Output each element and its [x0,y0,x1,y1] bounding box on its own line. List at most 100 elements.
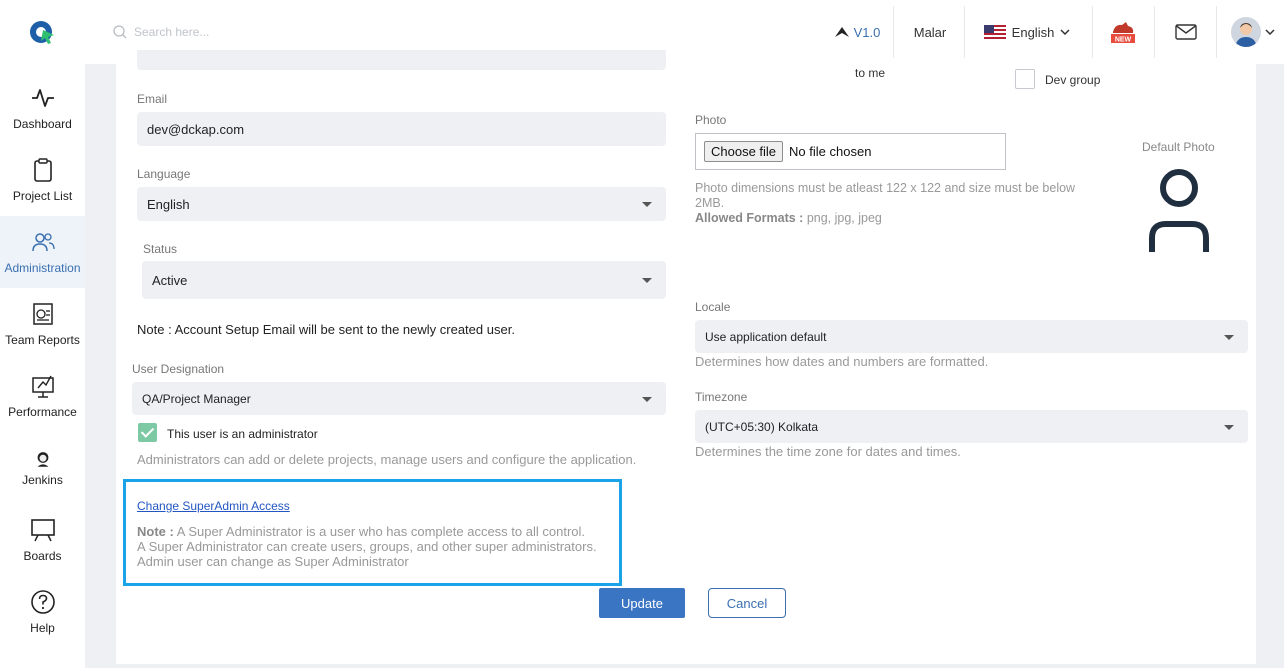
users-icon [31,233,55,252]
photo-help-line: 2MB. [695,196,725,210]
locale-select[interactable]: Use application default [695,320,1248,353]
file-status: No file chosen [789,144,872,159]
language-value: English [147,196,190,212]
chevron-down-icon [1265,29,1275,35]
email-field[interactable]: dev@dckap.com [137,112,666,146]
header-divider [893,6,894,58]
designation-select[interactable]: QA/Project Manager [132,382,666,415]
version-label: V1.0 [853,24,881,40]
header-divider [1092,6,1093,58]
sidebar-item-label: Help [30,621,55,635]
sidebar: Dashboard Project List Administration Te… [0,64,85,668]
email-value: dev@dckap.com [147,121,245,137]
sidebar-item-administration[interactable]: Administration [0,216,85,288]
dev-group-checkbox[interactable] [1015,69,1035,89]
superadmin-section: Change SuperAdmin Access Note : A Super … [123,479,622,586]
user-avatar-icon [1235,23,1257,47]
sidebar-item-performance[interactable]: Performance [0,360,85,432]
help-icon [30,590,55,614]
header-divider [1216,6,1217,58]
designation-label: User Designation [132,362,225,376]
sidebar-item-label: Boards [23,549,62,563]
sidebar-item-dashboard[interactable]: Dashboard [0,72,85,144]
cancel-button[interactable]: Cancel [708,588,786,618]
choose-file-button[interactable]: Choose file [704,141,784,162]
us-flag-icon [983,25,1006,39]
app-logo-icon[interactable] [28,18,56,46]
scrolled-field[interactable] [137,50,666,70]
email-label: Email [137,92,168,106]
photo-file-input: Choose file No file chosen [695,133,1006,170]
search-icon [113,25,127,39]
designation-value: QA/Project Manager [142,391,251,406]
superadmin-note: Note : A Super Administrator is a user w… [137,524,597,569]
dropdown-arrow-icon [642,397,652,402]
sidebar-item-team-reports[interactable]: Team Reports [0,288,85,360]
sidebar-item-label: Team Reports [5,333,80,347]
allowed-formats-label: Allowed Formats : [695,211,804,225]
avatar [1231,17,1261,47]
release-icon [834,27,849,37]
new-badge-icon: NEW [1111,22,1135,44]
status-value: Active [152,272,188,288]
sidebar-item-boards[interactable]: Boards [0,504,85,576]
note-label: Note : [137,524,174,539]
status-select[interactable]: Active [142,261,666,299]
note-line: A Super Administrator can create users, … [137,539,597,554]
timezone-help-text: Determines the time zone for dates and t… [695,444,961,459]
timezone-value: (UTC+05:30) Kolkata [705,419,819,434]
sidebar-item-help[interactable]: Help [0,576,85,648]
photo-help-text: Photo dimensions must be atleast 122 x 1… [695,181,1075,226]
board-icon [30,519,55,542]
administrator-help-text: Administrators can add or delete project… [137,452,637,467]
timezone-select[interactable]: (UTC+05:30) Kolkata [695,410,1248,443]
whats-new-button[interactable]: NEW [1098,0,1148,64]
header-divider [964,6,965,58]
dropdown-arrow-icon [642,202,652,207]
sidebar-item-label: Administration [4,261,81,275]
photo-label: Photo [695,113,727,127]
svg-text:NEW: NEW [1115,37,1132,44]
default-photo-label: Default Photo [1142,140,1215,154]
performance-icon [31,375,54,398]
profile-menu[interactable] [1222,0,1284,64]
chevron-down-icon [1060,29,1070,35]
administrator-checkbox[interactable] [138,423,157,442]
sidebar-item-project-list[interactable]: Project List [0,144,85,216]
administrator-checkbox-label: This user is an administrator [167,427,318,441]
sidebar-item-label: Jenkins [22,473,63,487]
search-bar [112,22,412,42]
sidebar-item-jenkins[interactable]: Jenkins [0,432,85,504]
activity-icon [31,89,54,107]
update-button[interactable]: Update [599,588,685,618]
timezone-label: Timezone [695,390,748,404]
photo-help-line: Photo dimensions must be atleast 122 x 1… [695,181,1076,195]
locale-value: Use application default [705,329,827,344]
dropdown-arrow-icon [1224,335,1234,340]
user-name[interactable]: Malar [897,0,963,64]
language-label: English [1011,24,1055,40]
language-selector[interactable]: English [972,0,1082,64]
clipboard-icon [33,158,52,182]
change-superadmin-link[interactable]: Change SuperAdmin Access [137,499,290,513]
default-user-icon [1149,169,1209,252]
search-input[interactable] [134,22,394,42]
dev-group-label: Dev group [1045,73,1101,87]
header-divider [1154,6,1155,58]
sidebar-item-label: Dashboard [13,117,72,131]
report-icon [32,303,53,325]
language-select[interactable]: English [137,187,666,221]
dropdown-arrow-icon [642,278,652,283]
locale-label: Locale [695,300,731,314]
sidebar-item-label: Project List [12,189,73,203]
status-label: Status [143,242,178,256]
version-indicator[interactable]: V1.0 [826,0,888,64]
messages-button[interactable] [1160,0,1212,64]
locale-help-text: Determines how dates and numbers are for… [695,354,989,369]
jenkins-icon [37,452,48,467]
dropdown-arrow-icon [1224,425,1234,430]
allowed-formats-value: png, jpg, jpeg [806,211,882,225]
note-line: Admin user can change as Super Administr… [137,554,409,569]
to-me-label: to me [855,66,886,80]
language-label: Language [137,167,191,181]
